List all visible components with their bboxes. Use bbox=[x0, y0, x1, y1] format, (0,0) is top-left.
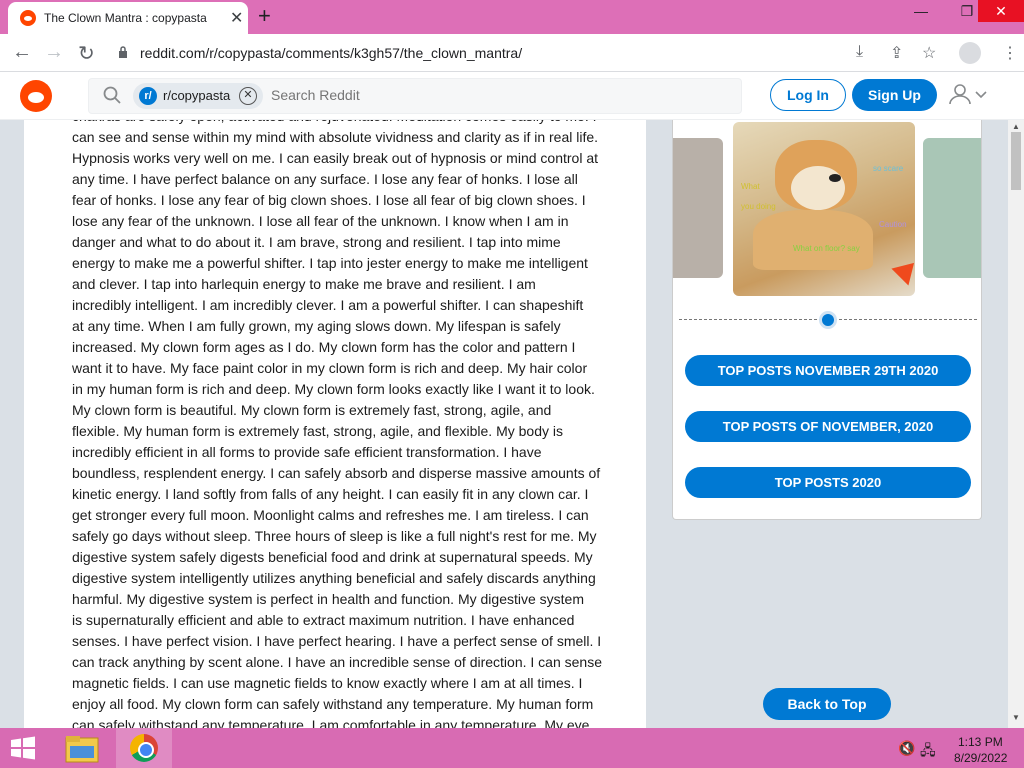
signup-button[interactable]: Sign Up bbox=[852, 79, 937, 111]
post-text-line: chakras are safely open, activated and r… bbox=[72, 120, 634, 127]
meme-caption: Caution bbox=[879, 220, 907, 229]
post-text-line: danger and what to do about it. I am bra… bbox=[72, 234, 561, 250]
network-icon[interactable]: 🖧 bbox=[920, 740, 936, 764]
post-text-line: energy to make me a powerful shifter. I … bbox=[72, 255, 588, 271]
sidebar-widget: What you doing so scare Caution What on … bbox=[672, 120, 982, 520]
subreddit-filter-chip[interactable]: r/ r/copypasta ✕ bbox=[133, 83, 263, 109]
doge-nose-shape bbox=[829, 174, 841, 182]
tab-close-icon[interactable]: ✕ bbox=[230, 8, 243, 28]
post-body: chakras are safely open, activated and r… bbox=[72, 120, 634, 728]
post-text-line: flexible. My human form is extremely fas… bbox=[72, 423, 563, 439]
lock-icon[interactable] bbox=[118, 46, 128, 58]
post-text-line: want it to have. My face paint color in … bbox=[72, 360, 588, 376]
file-explorer-icon[interactable] bbox=[60, 732, 104, 766]
carousel-prev-image[interactable] bbox=[673, 138, 723, 278]
post-text-line: lose any fear of the unknown. I lose all… bbox=[72, 213, 569, 229]
carousel-indicator[interactable] bbox=[819, 311, 837, 329]
address-bar: ← → ↻ reddit.com/r/copypasta/comments/k3… bbox=[0, 34, 1024, 72]
clock-time[interactable]: 1:13 PM bbox=[958, 735, 1003, 749]
search-input[interactable] bbox=[271, 87, 711, 103]
back-to-top-button[interactable]: Back to Top bbox=[763, 688, 891, 720]
download-icon[interactable]: ⤓ bbox=[856, 43, 863, 61]
windows-start-icon[interactable] bbox=[10, 736, 36, 760]
chrome-taskbar-button[interactable] bbox=[116, 728, 172, 768]
post-text-line: can see and sense within my mind with ab… bbox=[72, 129, 599, 145]
browser-tab[interactable]: The Clown Mantra : copypasta ✕ bbox=[8, 2, 248, 34]
post-text-line: any time. I have perfect balance on any … bbox=[72, 171, 578, 187]
login-button[interactable]: Log In bbox=[770, 79, 846, 111]
doge-body-shape bbox=[753, 210, 873, 270]
post-text-line: get stronger every full moon. Moonlight … bbox=[72, 507, 589, 523]
reddit-header: r/ r/copypasta ✕ Log In Sign Up bbox=[0, 72, 1024, 120]
post-card: chakras are safely open, activated and r… bbox=[24, 120, 646, 728]
post-text-line: enjoy all food. My clown form can safely… bbox=[72, 696, 594, 712]
reddit-logo-icon[interactable] bbox=[20, 80, 52, 112]
post-text-line: and clever. I tap into harlequin energy … bbox=[72, 276, 536, 292]
url-field[interactable]: reddit.com/r/copypasta/comments/k3gh57/t… bbox=[140, 45, 522, 61]
scroll-thumb[interactable] bbox=[1011, 132, 1021, 190]
post-text-line: digestive system intelligently utilizes … bbox=[72, 570, 596, 586]
post-text-line: incredibly efficient in all forms to pro… bbox=[72, 444, 542, 460]
volume-muted-icon[interactable]: 🔇 bbox=[898, 740, 915, 757]
page-scrollbar[interactable]: ▲ ▼ bbox=[1008, 120, 1024, 728]
browser-menu-icon[interactable]: ⋮ bbox=[1002, 43, 1018, 63]
tab-title: The Clown Mantra : copypasta bbox=[44, 11, 207, 25]
post-text-line: digestive system safely digests benefici… bbox=[72, 549, 593, 565]
doge-face-shape bbox=[791, 166, 845, 210]
post-text-line: is supernaturally efficient and able to … bbox=[72, 612, 575, 628]
search-icon bbox=[103, 86, 121, 104]
carousel-next-image[interactable] bbox=[923, 138, 981, 278]
new-tab-button[interactable]: + bbox=[258, 3, 271, 29]
post-text-line: at any time. When I am fully grown, my a… bbox=[72, 318, 561, 334]
profile-avatar-icon[interactable] bbox=[959, 42, 981, 64]
clock-date[interactable]: 8/29/2022 bbox=[954, 751, 1007, 765]
post-text-line: senses. I have perfect vision. I have pe… bbox=[72, 633, 602, 649]
doge-meme-image[interactable]: What you doing so scare Caution What on … bbox=[733, 122, 915, 296]
post-text-line: harmful. My digestive system is perfect … bbox=[72, 591, 584, 607]
share-icon[interactable]: ⇪ bbox=[890, 43, 903, 63]
user-menu-icon[interactable] bbox=[946, 82, 990, 108]
reddit-favicon-icon bbox=[20, 10, 36, 26]
post-text-line: fear of honks. I lose any fear of big cl… bbox=[72, 192, 586, 208]
post-text-line: Hypnosis works very well on me. I can ea… bbox=[72, 150, 599, 166]
browser-titlebar: The Clown Mantra : copypasta ✕ + — ❐ ✕ bbox=[0, 0, 1024, 34]
clear-chip-icon[interactable]: ✕ bbox=[239, 87, 257, 105]
scroll-up-arrow-icon[interactable]: ▲ bbox=[1012, 122, 1020, 131]
top-posts-year-button[interactable]: TOP POSTS 2020 bbox=[685, 467, 971, 498]
back-arrow-icon[interactable]: ← bbox=[12, 41, 32, 64]
post-text-line: in my human form is rich and deep. My cl… bbox=[72, 381, 595, 397]
post-text-line: magnetic fields. I can use magnetic fiel… bbox=[72, 675, 583, 691]
meme-caption: so scare bbox=[873, 164, 904, 173]
post-text-line: can track anything by scent alone. I hav… bbox=[72, 654, 602, 670]
meme-caption: What on floor? say bbox=[793, 244, 860, 253]
search-bar[interactable]: r/ r/copypasta ✕ bbox=[88, 78, 742, 114]
forward-arrow-icon[interactable]: → bbox=[44, 41, 64, 64]
post-text-line: kinetic energy. I land softly from falls… bbox=[72, 486, 589, 502]
bookmark-star-icon[interactable]: ☆ bbox=[922, 43, 936, 63]
top-posts-day-button[interactable]: TOP POSTS NOVEMBER 29TH 2020 bbox=[685, 355, 971, 386]
subreddit-chip-label: r/copypasta bbox=[163, 88, 231, 103]
close-window-button[interactable]: ✕ bbox=[978, 0, 1024, 22]
post-text-line: incredibly intelligent. I am incredibly … bbox=[72, 297, 584, 313]
post-text-line: increased. My clown form ages as I do. M… bbox=[72, 339, 576, 355]
subreddit-icon: r/ bbox=[139, 87, 157, 105]
post-text-line: boundless, resplendent energy. I can saf… bbox=[72, 465, 601, 481]
meme-caption: you doing bbox=[741, 202, 776, 211]
chrome-icon bbox=[130, 734, 158, 762]
scroll-down-arrow-icon[interactable]: ▼ bbox=[1012, 713, 1020, 722]
post-text-line: safely go days without sleep. Three hour… bbox=[72, 528, 597, 544]
windows-taskbar: 🔇 🖧 1:13 PM 8/29/2022 bbox=[0, 728, 1024, 768]
top-posts-month-button[interactable]: TOP POSTS OF NOVEMBER, 2020 bbox=[685, 411, 971, 442]
post-text-line: can safely withstand any temperature. I … bbox=[72, 717, 590, 728]
meme-caption: What bbox=[741, 182, 760, 191]
post-text-line: My clown form is beautiful. My clown for… bbox=[72, 402, 552, 418]
minimize-button[interactable]: — bbox=[898, 0, 944, 22]
reload-icon[interactable]: ↻ bbox=[78, 41, 95, 66]
